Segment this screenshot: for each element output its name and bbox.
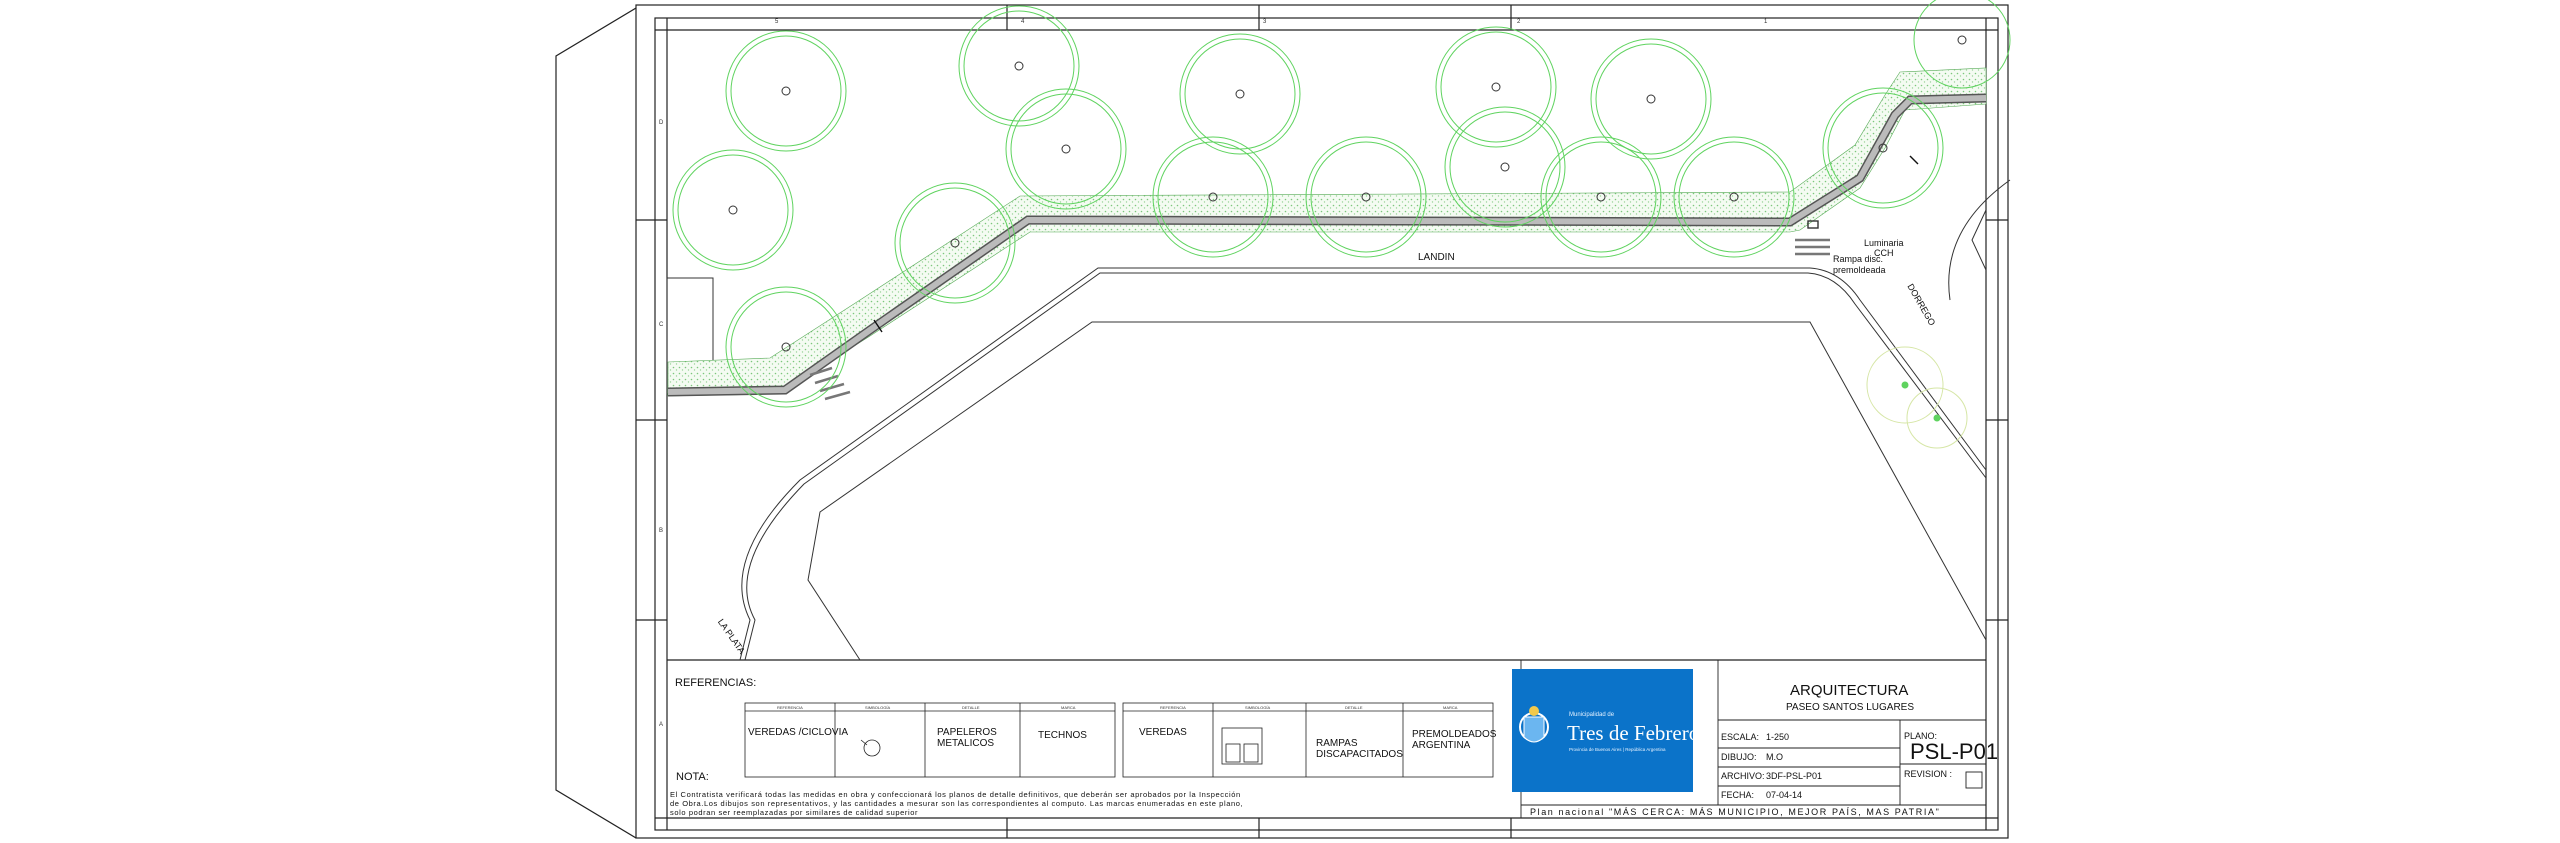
t2-cell-ref: VEREDAS [1139,727,1187,738]
slogan: Plan nacional "MÁS CERCA: MÁS MUNICIPIO,… [1530,807,1941,817]
t1-header-det: DETALLE [962,705,980,710]
t2-header-det: DETALLE [1345,705,1363,710]
drawing-title: ARQUITECTURA [1790,682,1909,699]
escala-label: ESCALA: [1721,732,1760,742]
t2-header-ref: REFERENCIA [1160,705,1186,710]
note-line-1: El Contratista verificará todas las medi… [670,790,1241,799]
t1-header-sym: SIMBOLOGÍA [865,705,891,710]
municipality-logo: Municipalidad de Tres de Febrero Provinc… [1512,669,1699,792]
t1-cell-marca: TECHNOS [1038,730,1087,741]
rampa-label-line2: premoldeada [1833,265,1886,275]
dibujo-value: M.O [1766,752,1783,762]
grid-row-a: A [659,722,664,728]
t2-cell-det: RAMPAS DISCAPACITADOS [1316,738,1403,760]
grid-row-c: C [659,322,664,328]
grid-row-d: D [659,120,664,126]
grid-row-b: B [659,528,664,534]
logo-main-text: Tres de Febrero [1567,721,1700,745]
drawing-subtitle: PASEO SANTOS LUGARES [1786,702,1915,713]
archivo-value: 3DF-PSL-P01 [1766,771,1823,781]
grid-col-1: 1 [1764,19,1768,25]
t2-cell-marca: PREMOLDEADOS ARGENTINA [1412,729,1497,751]
escala-value: 1-250 [1766,732,1790,742]
nota-label: NOTA: [676,771,709,783]
street-label-landin: LANDIN [1418,252,1455,263]
bike-path [667,93,1987,397]
t1-cell-det: PAPELEROS METALICOS [937,727,997,749]
t1-header-ref: REFERENCIA [777,705,803,710]
t2-header-sym: SIMBOLOGÍA [1245,705,1271,710]
street-block [666,179,2011,661]
grid-col-5: 5 [775,19,779,25]
plano-value: PSL-P01 [1910,739,1999,764]
luminaire-markers [873,155,1919,333]
t2-header-marca: MARCA [1443,705,1458,710]
luminaria-label-line1: Luminaria [1864,238,1904,248]
archivo-label: ARCHIVO: [1721,771,1765,781]
note-line-3: solo podran ser reemplazadas por similar… [670,808,919,817]
fecha-label: FECHA: [1721,790,1755,800]
logo-small-text: Municipalidad de [1569,712,1615,718]
drawing-sheet [555,0,2011,839]
dibujo-label: DIBUJO: [1721,752,1757,762]
rampa-label-line1: Rampa disc. [1833,254,1884,264]
revision-label: REVISION : [1904,769,1953,779]
green-strip [667,67,1987,397]
references-title: REFERENCIAS: [675,677,757,689]
note-line-2: de Obra.Los dibujos son representativos,… [670,799,1244,808]
grid-col-4: 4 [1021,19,1025,25]
fecha-value: 07-04-14 [1766,790,1803,800]
logo-sub-text: Provincia de Buenos Aires | República Ar… [1569,747,1666,752]
t1-cell-ref: VEREDAS /CICLOVIA [748,727,849,738]
grid-col-2: 2 [1517,19,1521,25]
grid-col-3: 3 [1263,19,1267,25]
rampa-label: Rampa disc. premoldeada [1833,254,1886,276]
t1-header-marca: MARCA [1061,705,1076,710]
